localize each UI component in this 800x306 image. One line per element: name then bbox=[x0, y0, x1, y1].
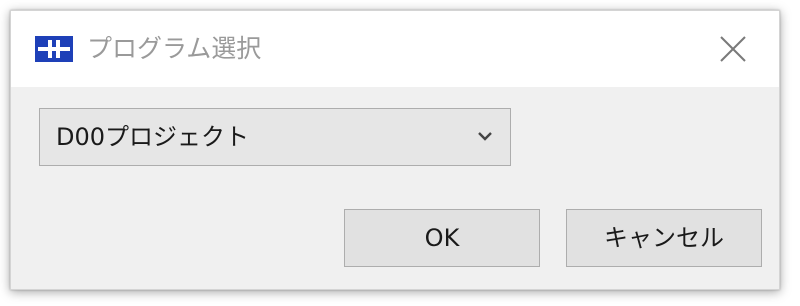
close-button[interactable] bbox=[711, 29, 755, 69]
cancel-button[interactable]: キャンセル bbox=[566, 209, 762, 267]
ok-button[interactable]: OK bbox=[344, 209, 540, 267]
app-logo-icon bbox=[35, 36, 73, 62]
chevron-down-icon bbox=[478, 132, 492, 141]
title-bar: プログラム選択 bbox=[11, 11, 779, 87]
program-dropdown[interactable]: D00プロジェクト bbox=[39, 108, 511, 166]
window-title: プログラム選択 bbox=[87, 34, 262, 63]
program-select-dialog: プログラム選択 D00プロジェクト OK キャンセル bbox=[10, 10, 780, 290]
program-dropdown-value: D00プロジェクト bbox=[56, 123, 250, 151]
close-icon bbox=[720, 36, 746, 62]
